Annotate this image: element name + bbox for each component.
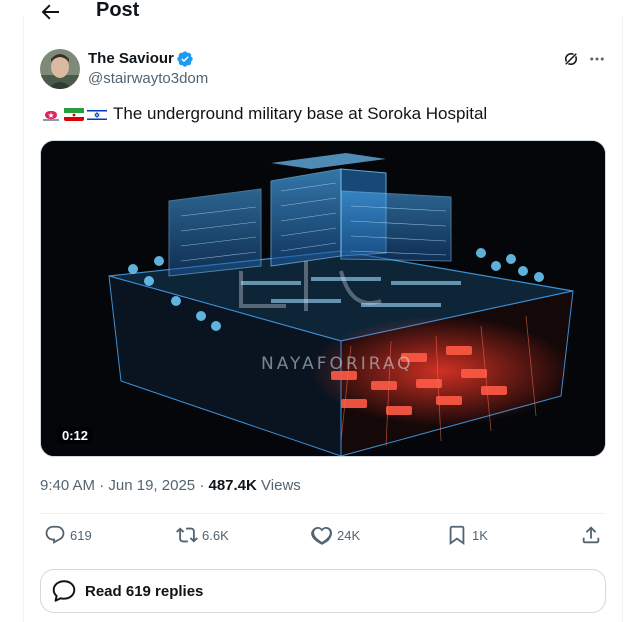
- column-border-left: [23, 16, 24, 622]
- views-count: 487.4K: [208, 477, 257, 494]
- read-replies-label: Read 619 replies: [85, 582, 204, 600]
- emoji-flags: [41, 107, 107, 121]
- iran-flag-icon: [64, 107, 84, 121]
- like-button[interactable]: 24K: [311, 524, 360, 546]
- meta-separator: ·: [99, 477, 105, 494]
- post-time[interactable]: 9:40 AM: [40, 477, 95, 494]
- like-count: 24K: [337, 527, 361, 543]
- bookmark-icon: [449, 525, 465, 546]
- post-date[interactable]: Jun 19, 2025: [108, 477, 195, 494]
- video-thumbnail-illustration: [41, 141, 605, 456]
- share-icon: [582, 526, 600, 544]
- share-button[interactable]: [580, 524, 602, 546]
- bookmark-count: 1K: [472, 527, 488, 543]
- views-label: Views: [261, 477, 301, 494]
- chat-bubble-icon: [52, 580, 76, 602]
- read-replies-button[interactable]: Read 619 replies: [40, 569, 606, 613]
- heart-icon: [311, 527, 332, 545]
- back-arrow-icon[interactable]: [38, 0, 62, 24]
- author-handle[interactable]: @stairwayto3dom: [88, 70, 208, 87]
- israel-flag-icon: [87, 107, 107, 121]
- more-options-icon[interactable]: [588, 50, 606, 68]
- alarm-icon: [41, 107, 61, 121]
- reply-count: 619: [70, 527, 92, 543]
- post-meta: 9:40 AM · Jun 19, 2025 · 487.4K Views: [40, 477, 301, 494]
- reply-icon: [45, 525, 65, 544]
- post-body-text: The underground military base at Soroka …: [113, 104, 488, 123]
- repost-count: 6.6K: [202, 527, 229, 543]
- author-name[interactable]: The Saviour: [88, 50, 174, 67]
- post-actions: 619 6.6K 24K 1K: [40, 524, 606, 552]
- meta-separator: ·: [199, 477, 205, 494]
- repost-button[interactable]: 6.6K: [176, 524, 229, 546]
- video-watermark: NAYAFORIRAQ: [261, 354, 414, 374]
- post-video[interactable]: NAYAFORIRAQ 0:12: [40, 140, 606, 457]
- post-text: The underground military base at Soroka …: [41, 104, 487, 124]
- grok-icon[interactable]: [562, 50, 580, 68]
- repost-icon: [176, 527, 198, 543]
- top-header: Post: [0, 0, 633, 26]
- video-duration: 0:12: [57, 427, 94, 444]
- column-border-right: [622, 16, 623, 622]
- avatar[interactable]: [40, 49, 80, 89]
- verified-badge-icon: [177, 51, 193, 67]
- bookmark-button[interactable]: 1K: [446, 524, 488, 546]
- reply-button[interactable]: 619: [44, 524, 92, 546]
- page-title: Post: [96, 0, 140, 21]
- divider: [40, 513, 606, 514]
